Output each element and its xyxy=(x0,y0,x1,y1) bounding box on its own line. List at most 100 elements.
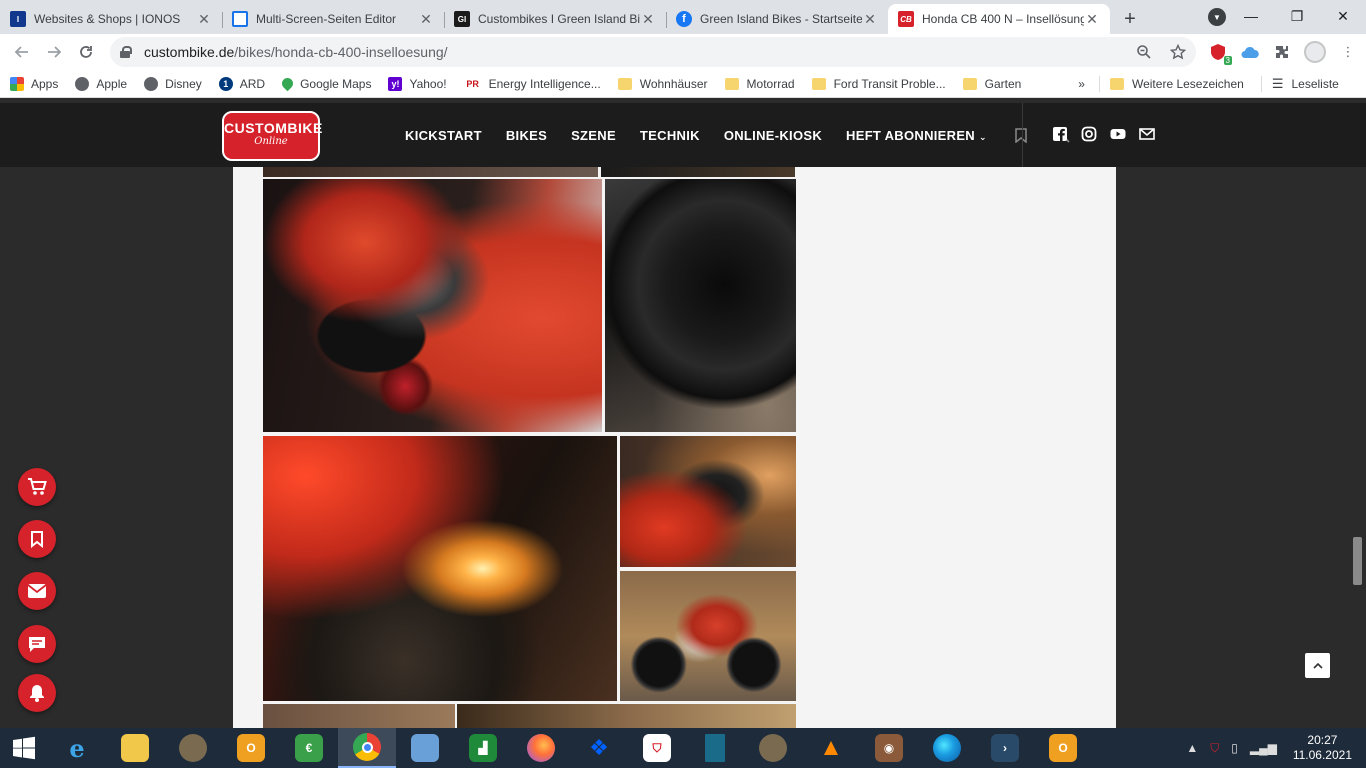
cart-button[interactable] xyxy=(18,468,56,506)
custombike-logo[interactable]: CUSTOMBIKE Online xyxy=(222,111,322,161)
tab-close-icon[interactable]: ✕ xyxy=(418,11,434,28)
gallery-photo-carburetor[interactable] xyxy=(263,179,602,432)
facebook-favicon-icon: f xyxy=(676,11,692,27)
bookmark-folder-motorrad[interactable]: Motorrad xyxy=(724,77,795,91)
start-button[interactable] xyxy=(0,728,48,768)
comments-button[interactable] xyxy=(18,625,56,663)
taskbar-dropbox[interactable]: ❖ xyxy=(570,728,628,768)
browser-tab-honda[interactable]: CB Honda CB 400 N – Insellösung ✕ xyxy=(888,4,1110,34)
taskbar-calculator[interactable] xyxy=(396,728,454,768)
zoom-icon[interactable] xyxy=(1136,44,1152,60)
tab-close-icon[interactable]: ✕ xyxy=(640,11,656,28)
minimize-button[interactable]: — xyxy=(1228,0,1274,32)
browser-tab-custombikes[interactable]: GI Custombikes I Green Island Bikes ✕ xyxy=(444,4,666,34)
bookmark-button[interactable] xyxy=(18,520,56,558)
tab-close-icon[interactable]: ✕ xyxy=(1084,11,1100,28)
browser-tab-facebook[interactable]: f Green Island Bikes - Startseite ✕ xyxy=(666,4,888,34)
bookmarks-divider xyxy=(1098,75,1100,92)
cloud-extension-icon[interactable] xyxy=(1240,42,1260,62)
menu-item-heft-abonnieren[interactable]: HEFT ABONNIEREN ⌄ xyxy=(846,128,987,143)
lock-icon[interactable] xyxy=(120,46,132,58)
reading-list-button[interactable]: ☰ Leseliste xyxy=(1272,76,1339,92)
taskbar-edge[interactable] xyxy=(918,728,976,768)
gallery-photo-bottom-right[interactable] xyxy=(457,704,796,728)
bookmark-google-maps[interactable]: Google Maps xyxy=(279,75,371,92)
facebook-icon[interactable] xyxy=(1052,126,1068,142)
taskbar-outlook[interactable]: O xyxy=(222,728,280,768)
gallery-photo-bike-side[interactable] xyxy=(620,571,796,701)
forward-button[interactable] xyxy=(38,36,70,68)
bookmark-apple[interactable]: Apple xyxy=(75,76,127,91)
gallery-photo-turn-signal[interactable] xyxy=(263,436,617,701)
youtube-icon[interactable] xyxy=(1110,126,1126,142)
gallery-photo-top-right[interactable] xyxy=(601,167,795,177)
instagram-icon[interactable] xyxy=(1081,126,1097,142)
taskbar-camera[interactable]: ◉ xyxy=(860,728,918,768)
gallery-photo-bottom-left[interactable] xyxy=(263,704,455,728)
bookmarks-overflow-button[interactable]: » xyxy=(1078,77,1085,91)
bookmark-folder-garten[interactable]: Garten xyxy=(962,77,1021,91)
tab-close-icon[interactable]: ✕ xyxy=(862,11,878,28)
bookmark-icon[interactable] xyxy=(1015,127,1027,143)
dropbox-icon: ❖ xyxy=(589,735,609,760)
taskbar-clock[interactable]: 20:27 11.06.2021 xyxy=(1283,733,1366,763)
tray-expand-icon[interactable]: ▲ xyxy=(1186,741,1198,755)
network-icon[interactable]: ▂▄▆ xyxy=(1250,741,1277,755)
taskbar-vlc[interactable]: ▲ xyxy=(802,728,860,768)
taskbar-book[interactable] xyxy=(686,728,744,768)
taskbar-avira[interactable]: ⛉ xyxy=(628,728,686,768)
back-button[interactable] xyxy=(6,36,38,68)
taskbar-stocks[interactable]: ▟ xyxy=(454,728,512,768)
taskbar-internet-explorer[interactable]: e xyxy=(48,728,106,768)
star-icon[interactable] xyxy=(1170,44,1186,60)
taskbar-outlook-2[interactable]: O xyxy=(1034,728,1092,768)
taskbar-gimp[interactable] xyxy=(164,728,222,768)
taskbar-file-explorer[interactable] xyxy=(106,728,164,768)
gallery-photo-wheel[interactable] xyxy=(605,179,796,432)
bookmark-folder-ford-transit[interactable]: Ford Transit Proble... xyxy=(811,77,946,91)
bookmark-energy-intelligence[interactable]: PR Energy Intelligence... xyxy=(463,76,601,91)
email-button[interactable] xyxy=(18,572,56,610)
taskbar-remote[interactable]: › xyxy=(976,728,1034,768)
gallery-photo-top-left[interactable] xyxy=(263,167,598,177)
browser-tab-multiscreen[interactable]: Multi-Screen-Seiten Editor ✕ xyxy=(222,4,444,34)
notifications-button[interactable] xyxy=(18,674,56,712)
avira-tray-icon[interactable]: ⛉ xyxy=(1210,741,1219,756)
page-scrollbar[interactable] xyxy=(1349,167,1366,728)
menu-item-kickstart[interactable]: KICKSTART xyxy=(405,128,482,143)
scrollbar-thumb[interactable] xyxy=(1353,537,1362,585)
taskbar-gimp-2[interactable] xyxy=(744,728,802,768)
bookmark-folder-wohnhaeuser[interactable]: Wohnhäuser xyxy=(617,77,708,91)
taskbar-chrome[interactable] xyxy=(338,728,396,768)
extensions-icon[interactable] xyxy=(1272,42,1292,62)
mail-icon[interactable] xyxy=(1139,126,1155,142)
new-tab-button[interactable]: + xyxy=(1110,4,1150,34)
bookmark-disney[interactable]: Disney xyxy=(144,76,202,91)
bookmark-apps[interactable]: Apps xyxy=(10,76,58,91)
tab-search-icon[interactable]: ▼ xyxy=(1208,8,1226,26)
bookmark-other-folder[interactable]: Weitere Lesezeichen xyxy=(1109,77,1244,91)
reload-button[interactable] xyxy=(70,36,102,68)
battery-icon[interactable]: ▯ xyxy=(1231,741,1238,755)
close-window-button[interactable]: ✕ xyxy=(1320,0,1366,32)
menu-item-szene[interactable]: SZENE xyxy=(571,128,616,143)
menu-kebab-icon[interactable]: ⋮ xyxy=(1338,42,1358,62)
custombike-favicon-icon: CB xyxy=(898,11,914,27)
menu-item-bikes[interactable]: BIKES xyxy=(506,128,547,143)
bookmark-ard[interactable]: 1 ARD xyxy=(218,76,265,91)
menu-item-online-kiosk[interactable]: ONLINE-KIOSK xyxy=(724,128,822,143)
extension-badge: 3 xyxy=(1223,56,1232,65)
gallery-photo-handlebar[interactable] xyxy=(620,436,796,567)
address-bar[interactable]: custombike.de/bikes/honda-cb-400-insello… xyxy=(110,37,1196,67)
tab-close-icon[interactable]: ✕ xyxy=(196,11,212,28)
menu-item-technik[interactable]: TECHNIK xyxy=(640,128,700,143)
profile-avatar[interactable] xyxy=(1304,41,1326,63)
main-menu: KICKSTART BIKES SZENE TECHNIK ONLINE-KIO… xyxy=(405,103,1098,167)
browser-tab-ionos[interactable]: I Websites & Shops | IONOS ✕ xyxy=(0,4,222,34)
taskbar-money[interactable]: € xyxy=(280,728,338,768)
avira-extension-icon[interactable]: 3 xyxy=(1208,42,1232,65)
scroll-to-top-button[interactable] xyxy=(1305,653,1330,678)
bookmark-yahoo[interactable]: y! Yahoo! xyxy=(388,76,447,91)
maximize-button[interactable]: ❐ xyxy=(1274,0,1320,32)
taskbar-firefox[interactable] xyxy=(512,728,570,768)
